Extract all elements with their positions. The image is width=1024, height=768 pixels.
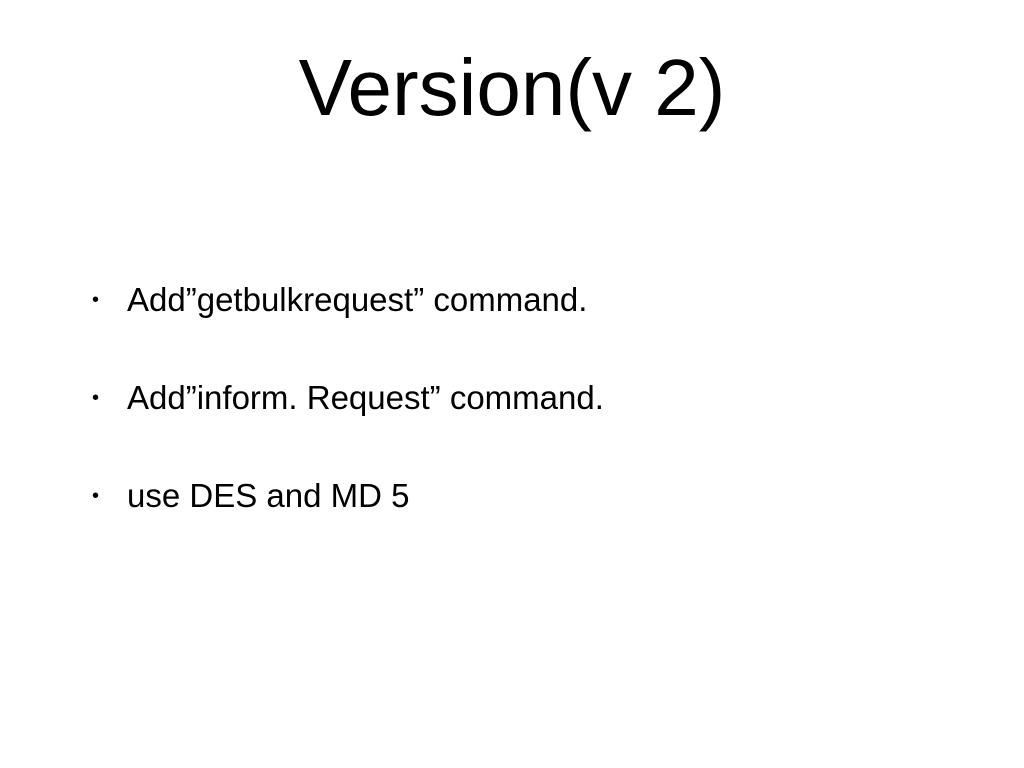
bullet-icon: • — [92, 476, 99, 516]
bullet-icon: • — [92, 280, 99, 320]
slide-title: Version(v 2) — [0, 42, 1024, 134]
bullet-text: Add”inform. Request” command. — [127, 378, 604, 418]
bullet-list: • Add”getbulkrequest” command. • Add”inf… — [88, 280, 928, 574]
list-item: • Add”inform. Request” command. — [88, 378, 928, 418]
bullet-icon: • — [92, 378, 99, 418]
list-item: • Add”getbulkrequest” command. — [88, 280, 928, 320]
bullet-text: use DES and MD 5 — [127, 476, 409, 516]
bullet-text: Add”getbulkrequest” command. — [127, 280, 587, 320]
list-item: • use DES and MD 5 — [88, 476, 928, 516]
